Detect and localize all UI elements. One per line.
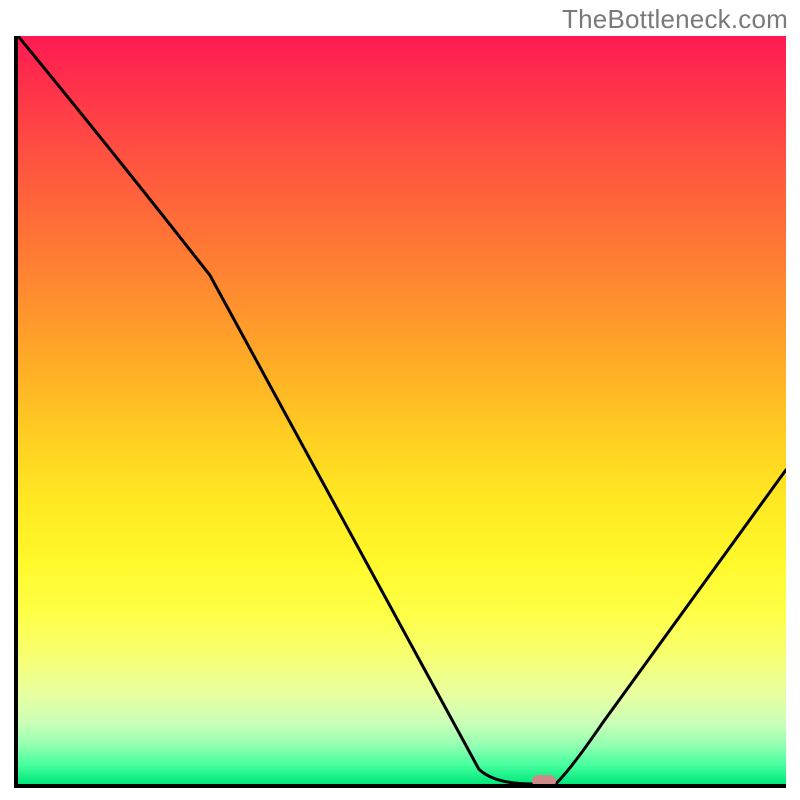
watermark-text: TheBottleneck.com xyxy=(562,4,788,35)
optimal-point-marker xyxy=(532,775,556,787)
plot-area xyxy=(14,36,786,788)
chart-frame: TheBottleneck.com xyxy=(0,0,800,800)
bottleneck-curve xyxy=(18,36,786,784)
